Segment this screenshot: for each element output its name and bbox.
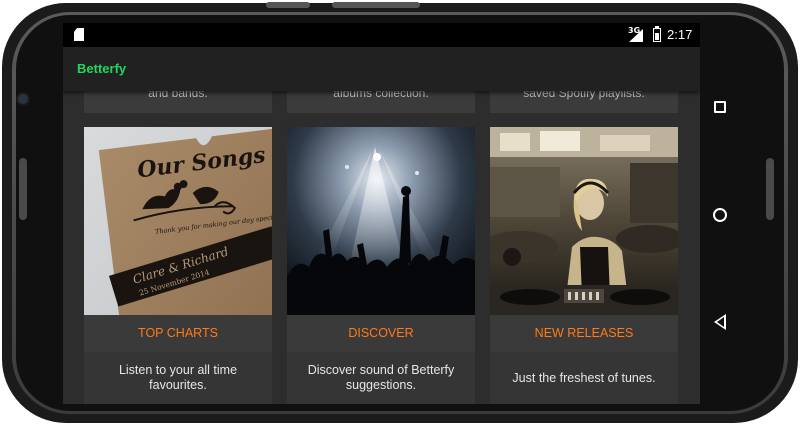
recents-button[interactable] [708,95,732,119]
back-button[interactable] [708,310,732,334]
previous-card-2[interactable]: albums collection. [287,91,475,113]
screen: 3G 2:17 Betterfy and bands. albums colle… [63,23,700,404]
top-button-left [266,2,310,8]
triangle-back-icon [714,314,726,330]
circle-icon [713,208,727,222]
app-title: Betterfy [77,61,127,76]
previous-card-3[interactable]: saved Spotify playlists. [490,91,678,113]
front-camera [18,94,28,104]
previous-card-1[interactable]: and bands. [84,91,272,113]
previous-card-text: and bands. [148,91,208,100]
card-description: Listen to your all time favourites. [84,352,272,404]
status-time: 2:17 [667,27,693,42]
card-description: Discover sound of Betterfy suggestions. [287,352,475,404]
card-title: DISCOVER [287,315,475,352]
card-title: TOP CHARTS [84,315,272,352]
card-description: Just the freshest of tunes. [490,352,678,404]
navigation-bar [700,23,740,404]
top-charts-image: Our Songs Thank you for making our day s… [84,127,272,315]
previous-card-text: albums collection. [333,91,429,100]
card-grid: and bands. albums collection. saved Spot… [63,91,700,404]
square-icon [714,101,726,113]
battery-level [655,32,659,40]
side-button-left [19,158,27,220]
card-discover[interactable]: DISCOVER Discover sound of Betterfy sugg… [287,127,475,404]
status-bar: 3G 2:17 [63,23,700,47]
battery-icon [653,26,661,42]
top-button-right [332,2,420,8]
card-title: NEW RELEASES [490,315,678,352]
sd-card-icon [74,28,84,41]
discover-image [287,127,475,315]
side-button-right [766,158,774,220]
card-new-releases[interactable]: NEW RELEASES Just the freshest of tunes. [490,127,678,404]
previous-card-text: saved Spotify playlists. [523,91,645,100]
card-top-charts[interactable]: Our Songs Thank you for making our day s… [84,127,272,404]
new-releases-image [490,127,678,315]
app-bar: Betterfy [63,47,700,91]
home-button[interactable] [708,203,732,227]
